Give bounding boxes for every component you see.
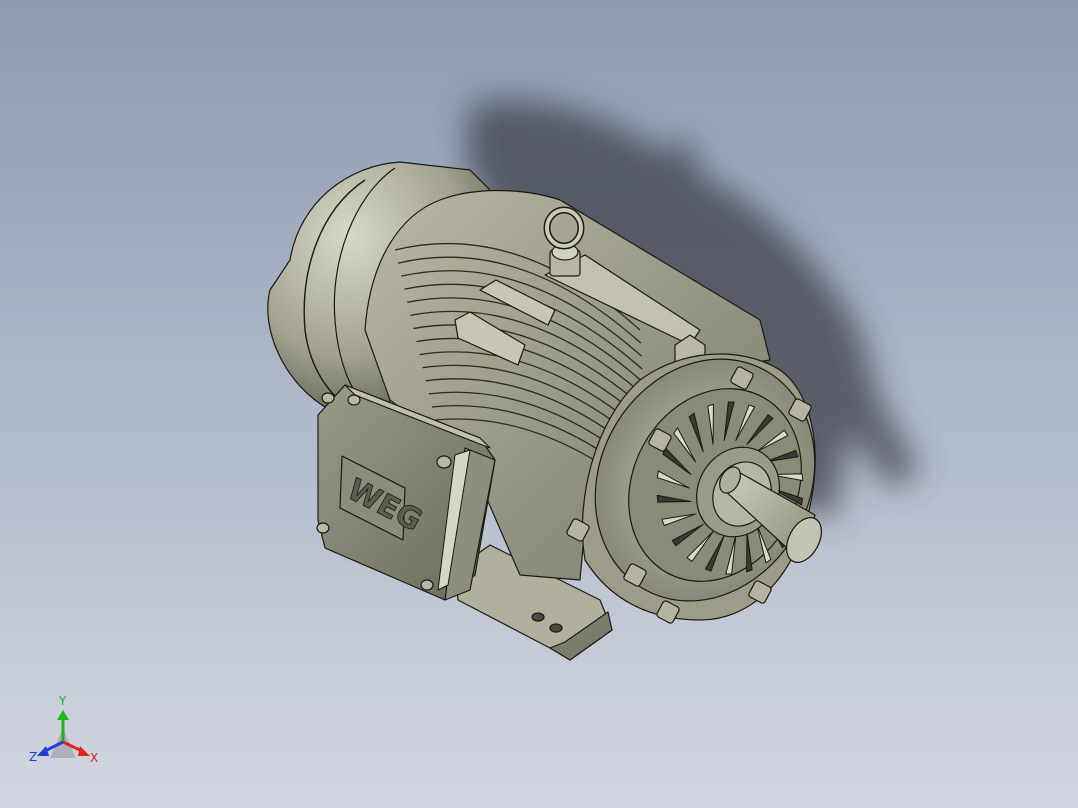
- z-axis-label: Z: [29, 750, 38, 764]
- x-axis-label: X: [90, 751, 99, 765]
- z-axis-head: [37, 746, 49, 756]
- y-axis-label: Y: [59, 694, 67, 708]
- x-axis-head: [78, 746, 90, 756]
- orientation-triad[interactable]: Y X Z: [28, 695, 103, 770]
- terminal-box-screw: [436, 455, 452, 469]
- motor-model-view[interactable]: WEG: [0, 0, 1078, 808]
- y-axis-head: [57, 710, 69, 720]
- terminal-box-screw: [316, 522, 330, 534]
- terminal-box-screw: [347, 394, 361, 406]
- foot-bolt-hole: [549, 623, 563, 633]
- 3d-viewport[interactable]: WEG Y X Z: [0, 0, 1078, 808]
- terminal-box-screw: [321, 392, 335, 404]
- foot-bolt-hole: [531, 612, 545, 622]
- terminal-box-screw: [420, 579, 434, 591]
